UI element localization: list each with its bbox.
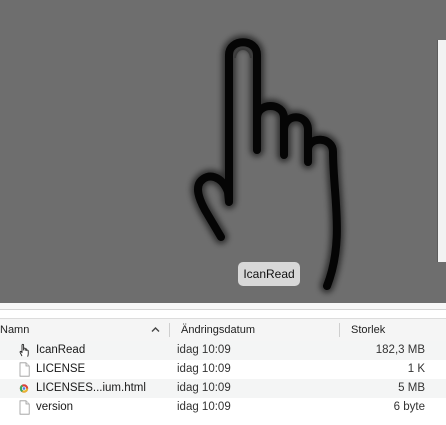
column-header-name[interactable]: Namn [0,319,29,341]
list-header: Namn Ändringsdatum Storlek [0,318,446,342]
document-icon [19,400,30,415]
file-row[interactable]: IcanRead idag 10:09 182,3 MB [0,341,446,360]
hand-cursor-icon [19,343,29,357]
file-modified: idag 10:09 [177,382,231,394]
file-name: IcanRead [36,344,86,356]
file-modified: idag 10:09 [177,363,231,375]
column-separator[interactable] [339,323,340,337]
sort-ascending-icon[interactable] [151,325,160,334]
file-size: 5 MB [398,382,425,394]
column-header-size[interactable]: Storlek [351,319,385,341]
file-name: LICENSE [36,363,86,375]
file-row[interactable]: LICENSES...ium.html idag 10:09 5 MB [0,379,446,398]
pointing-hand-icon [190,35,344,293]
app-preview-pane: IcanRead [0,0,446,303]
file-modified: idag 10:09 [177,401,231,413]
file-row[interactable]: version idag 10:09 6 byte [0,398,446,417]
column-separator[interactable] [169,323,170,337]
file-size: 6 byte [393,401,425,413]
file-name: version [36,401,74,413]
adjacent-window-edge [437,40,446,262]
file-name: LICENSES...ium.html [36,382,146,394]
file-list: IcanRead idag 10:09 182,3 MB LICENSE ida… [0,341,446,417]
file-size: 1 K [407,363,425,375]
file-size: 182,3 MB [375,344,425,356]
app-name-label: IcanRead [238,262,300,286]
column-header-modified[interactable]: Ändringsdatum [181,319,255,341]
document-icon [19,362,30,377]
file-modified: idag 10:09 [177,344,231,356]
html-file-icon [19,384,29,393]
file-row[interactable]: LICENSE idag 10:09 1 K [0,360,446,379]
divider-spacer [0,310,446,318]
